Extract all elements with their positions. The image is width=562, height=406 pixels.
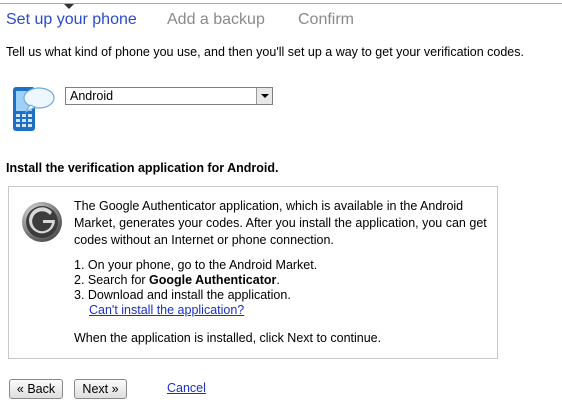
cancel-link[interactable]: Cancel: [167, 381, 206, 395]
app-name-bold: Google Authenticator: [149, 273, 277, 287]
authenticator-description: The Google Authenticator application, wh…: [74, 199, 487, 247]
instructions-panel: The Google Authenticator application, wh…: [8, 186, 498, 359]
google-g-logo-icon: [22, 202, 62, 242]
step-confirm: Confirm: [298, 11, 355, 28]
cant-install-link[interactable]: Can't install the application?: [89, 303, 244, 317]
continue-instruction: When the application is installed, click…: [74, 331, 382, 345]
intro-text: Tell us what kind of phone you use, and …: [6, 45, 524, 59]
step-add-backup: Add a backup: [167, 11, 265, 28]
phone-type-select[interactable]: Android: [65, 87, 273, 105]
install-step-2: 2. Search for Google Authenticator.: [74, 273, 280, 287]
progress-divider: [0, 3, 562, 4]
next-button[interactable]: Next »: [74, 379, 127, 399]
install-step-3: 3. Download and install the application.: [74, 288, 291, 302]
step-set-up-phone: Set up your phone: [6, 11, 137, 28]
android-phone-icon: [13, 87, 55, 131]
current-step-pointer-icon: [64, 4, 74, 9]
back-button[interactable]: « Back: [9, 379, 63, 399]
section-heading: Install the verification application for…: [6, 161, 279, 175]
dropdown-arrow-icon[interactable]: [256, 88, 272, 104]
install-steps: 1. On your phone, go to the Android Mark…: [74, 258, 494, 318]
install-step-1: 1. On your phone, go to the Android Mark…: [74, 258, 318, 272]
phone-type-value: Android: [70, 89, 114, 103]
